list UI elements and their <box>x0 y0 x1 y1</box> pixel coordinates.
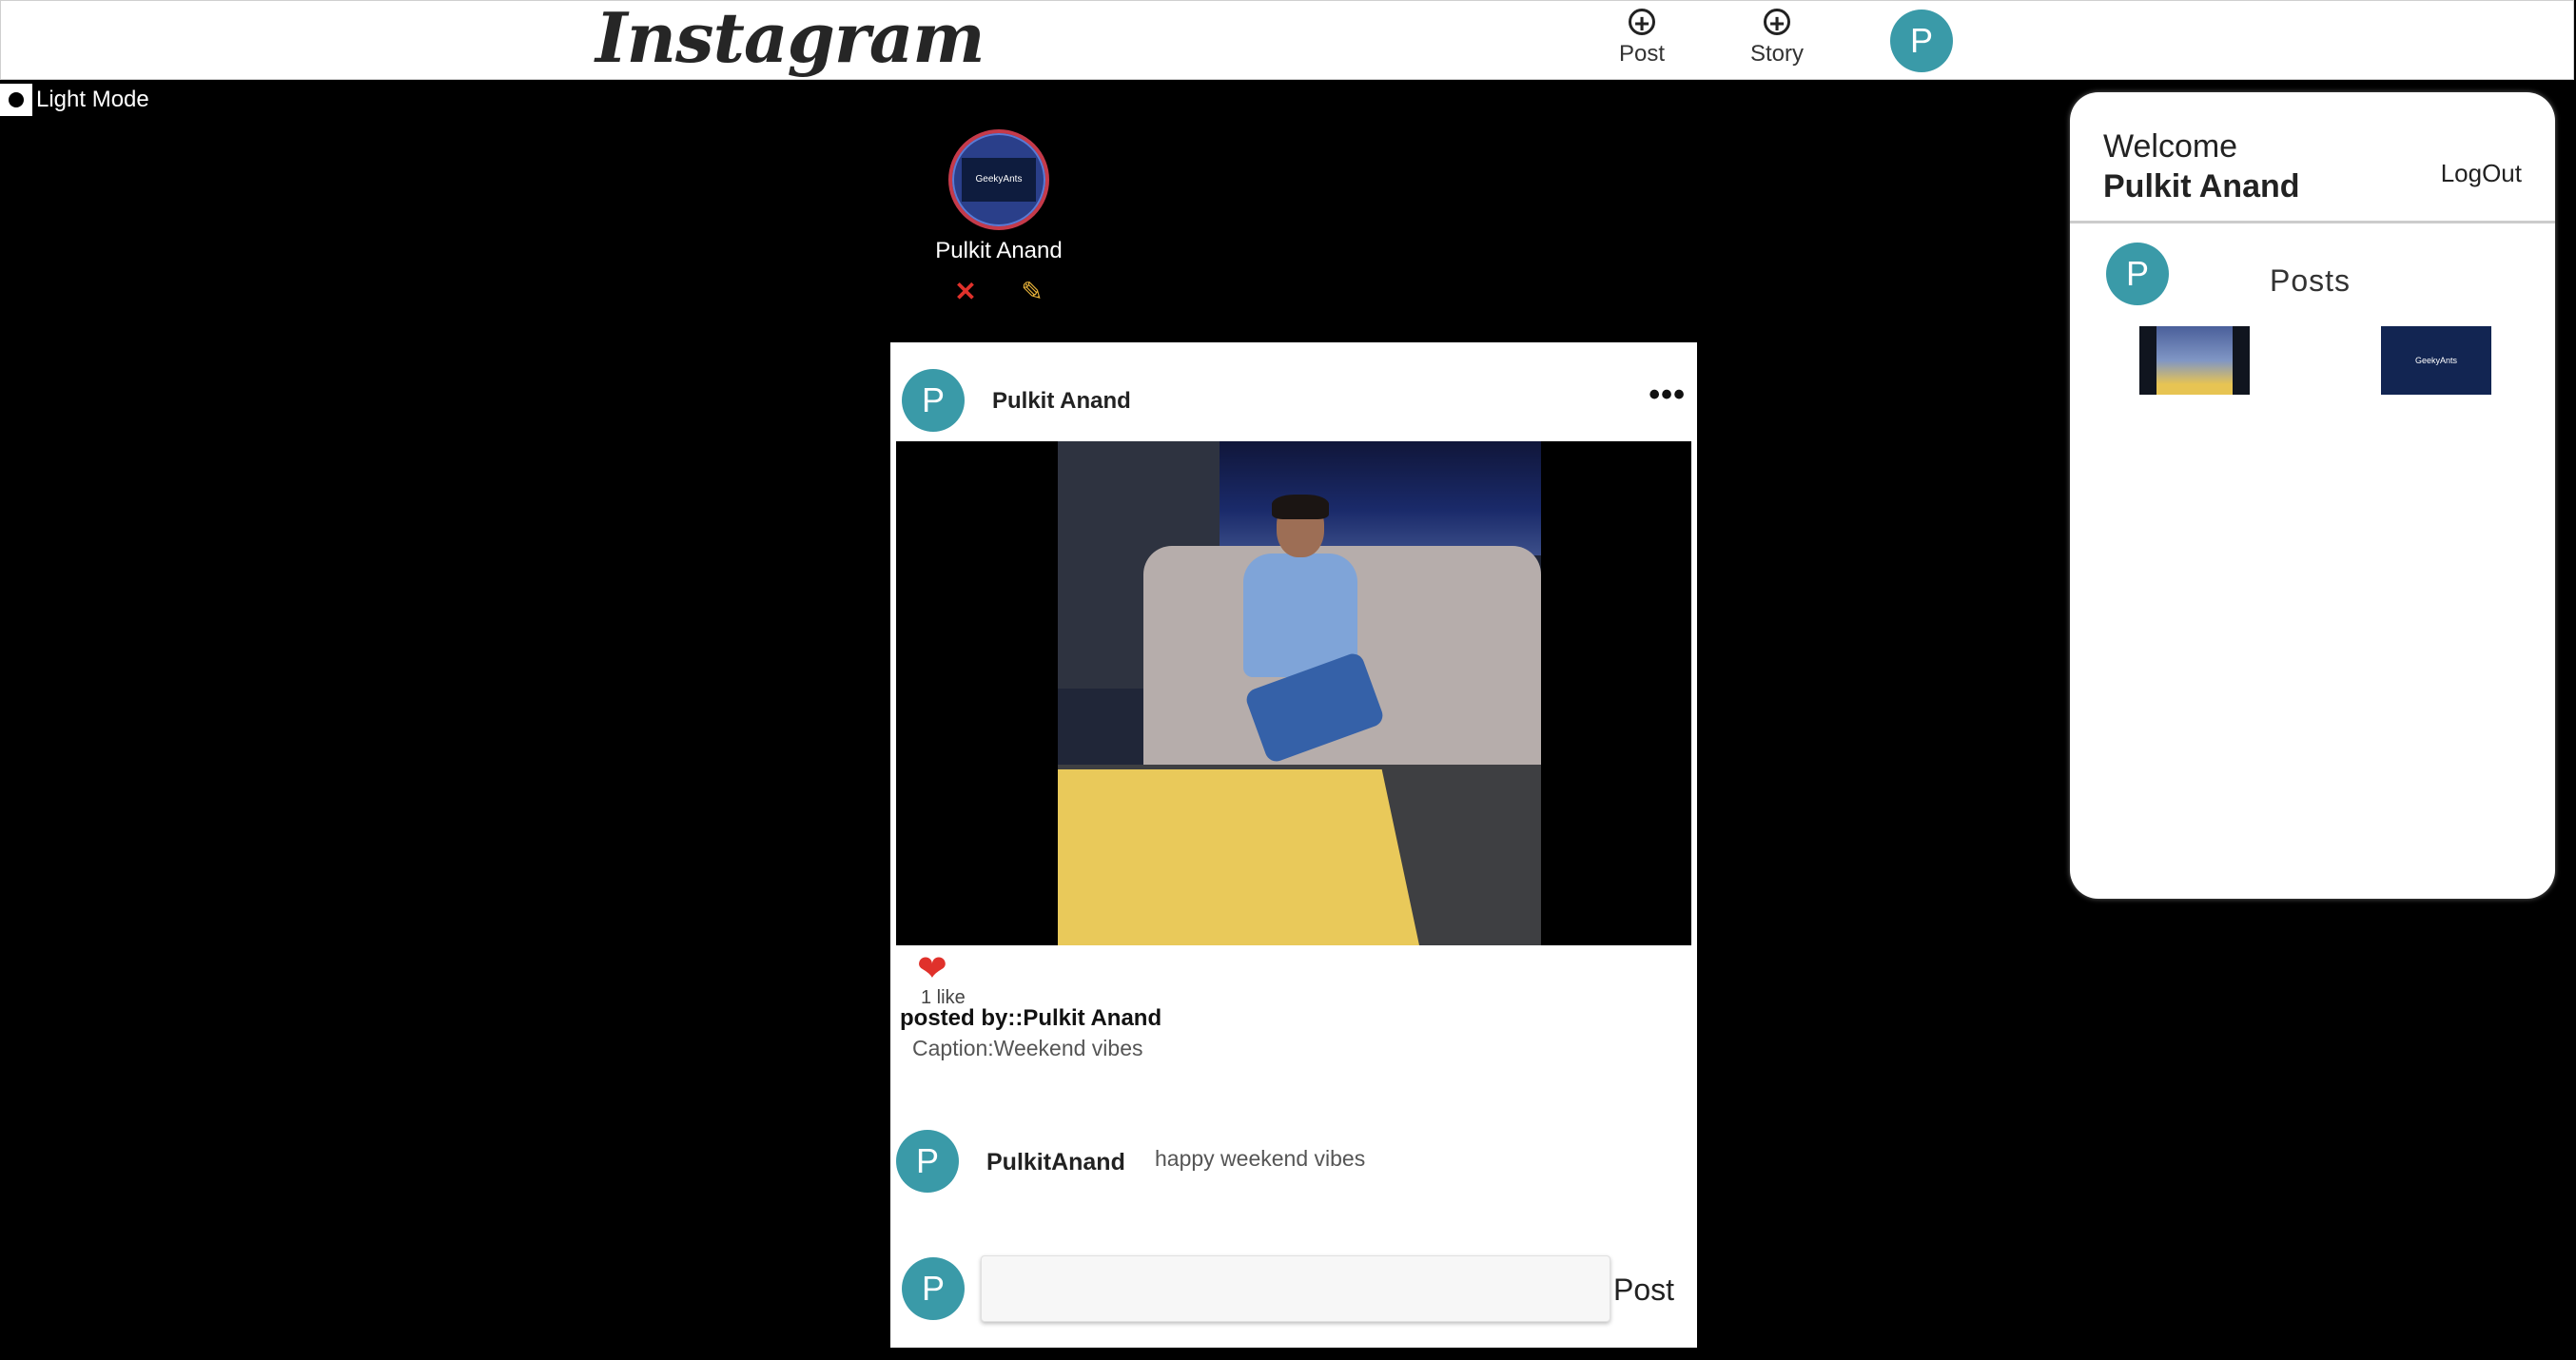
sidebar-avatar[interactable]: P <box>2106 243 2169 305</box>
instagram-logo[interactable]: Instagram <box>595 0 986 78</box>
new-post-label: Post <box>1618 41 1666 67</box>
post-author-avatar[interactable]: P <box>902 369 965 432</box>
delete-story-icon[interactable]: ✕ <box>954 276 976 307</box>
post-author-name[interactable]: Pulkit Anand <box>992 388 1131 415</box>
post-card: P Pulkit Anand ••• ❤ 1 like posted by::P… <box>890 342 1697 1348</box>
comment-avatar[interactable]: P <box>896 1130 959 1193</box>
photo-person <box>1224 495 1386 765</box>
comment-input[interactable] <box>981 1255 1610 1322</box>
post-comment-button[interactable]: Post <box>1613 1273 1674 1308</box>
likes-section: ❤ 1 like <box>896 951 1181 1009</box>
composer-avatar: P <box>902 1257 965 1320</box>
heart-icon[interactable]: ❤ <box>917 949 947 989</box>
new-post-button[interactable]: + Post <box>1590 9 1694 68</box>
post-thumbnail[interactable] <box>2139 326 2250 395</box>
sidebar-username: Pulkit Anand <box>2103 168 2300 204</box>
add-circle-icon: + <box>1764 9 1790 37</box>
theme-toggle[interactable]: Light Mode <box>0 84 149 116</box>
posted-by: posted by::Pulkit Anand <box>900 1005 1162 1031</box>
post-caption: Caption:Weekend vibes <box>912 1036 1143 1060</box>
photo-table <box>1058 769 1419 945</box>
comment-text: happy weekend vibes <box>1155 1146 1366 1171</box>
post-image[interactable] <box>896 441 1691 945</box>
comment-composer: P Post <box>902 1255 1686 1322</box>
story-actions: ✕ ✎ <box>932 276 1065 307</box>
story-item: GeekyAnts Pulkit Anand ✕ ✎ <box>932 129 1065 307</box>
logout-button[interactable]: LogOut <box>2441 159 2522 188</box>
more-options-icon[interactable]: ••• <box>1649 377 1686 414</box>
edit-story-icon[interactable]: ✎ <box>1021 276 1043 307</box>
post-thumbnail-image <box>2156 326 2233 395</box>
post-header: P Pulkit Anand ••• <box>902 369 1686 432</box>
sidebar-divider <box>2070 221 2555 223</box>
new-story-button[interactable]: + Story <box>1725 9 1829 68</box>
top-navbar: Instagram + Post + Story P <box>0 0 2574 80</box>
comment-item: P PulkitAnand happy weekend vibes <box>896 1130 1686 1193</box>
story-username: Pulkit Anand <box>935 238 1063 263</box>
sun-icon <box>0 84 32 116</box>
posts-heading: Posts <box>2270 263 2352 298</box>
story-avatar[interactable]: GeekyAnts <box>948 129 1049 230</box>
post-thumbnail[interactable]: GeekyAnts <box>2381 326 2491 395</box>
new-story-label: Story <box>1749 41 1804 67</box>
comment-username[interactable]: PulkitAnand <box>986 1149 1125 1176</box>
profile-avatar[interactable]: P <box>1890 10 1953 72</box>
theme-toggle-label: Light Mode <box>36 87 149 112</box>
profile-sidebar: Welcome Pulkit Anand LogOut P Posts Geek… <box>2070 92 2555 899</box>
post-photo <box>1058 441 1541 945</box>
photo-person-hair <box>1272 495 1329 519</box>
add-circle-icon: + <box>1629 9 1655 37</box>
story-thumbnail: GeekyAnts <box>962 158 1036 202</box>
welcome-text: Welcome <box>2103 128 2238 165</box>
